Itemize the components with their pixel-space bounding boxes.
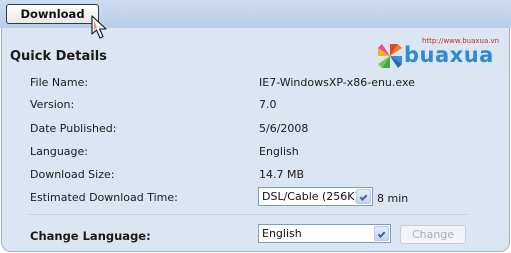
chevron-down-icon[interactable] bbox=[356, 189, 371, 204]
language-value: English bbox=[259, 145, 299, 158]
version-value: 7.0 bbox=[259, 98, 277, 111]
download-button[interactable]: Download bbox=[6, 4, 99, 24]
connection-speed-select[interactable]: DSL/Cable (256K) bbox=[258, 187, 373, 206]
language-label: Language: bbox=[30, 145, 88, 158]
mouse-pointer-icon bbox=[91, 15, 107, 39]
change-language-label: Change Language: bbox=[30, 229, 151, 243]
download-time-value: 8 min bbox=[377, 192, 409, 205]
download-time-label: Estimated Download Time: bbox=[30, 191, 178, 204]
quick-details-title: Quick Details bbox=[10, 49, 107, 64]
logo-wordmark: buaxua bbox=[404, 43, 494, 67]
language-select-value: English bbox=[262, 227, 302, 240]
version-label: Version: bbox=[30, 98, 75, 111]
connection-speed-value: DSL/Cable (256K) bbox=[262, 190, 359, 203]
buaxua-logo: http://www.buaxua.vn buaxua bbox=[374, 37, 499, 69]
date-published-label: Date Published: bbox=[30, 122, 117, 135]
download-size-value: 14.7 MB bbox=[259, 168, 305, 181]
language-select[interactable]: English bbox=[258, 224, 391, 243]
download-size-label: Download Size: bbox=[30, 168, 115, 181]
divider bbox=[28, 214, 468, 215]
pinwheel-logo-icon bbox=[378, 44, 402, 68]
chevron-down-icon[interactable] bbox=[374, 226, 389, 241]
change-button: Change bbox=[400, 225, 466, 244]
date-published-value: 5/6/2008 bbox=[259, 122, 309, 135]
file-name-label: File Name: bbox=[30, 76, 89, 89]
file-name-value: IE7-WindowsXP-x86-enu.exe bbox=[259, 76, 415, 89]
